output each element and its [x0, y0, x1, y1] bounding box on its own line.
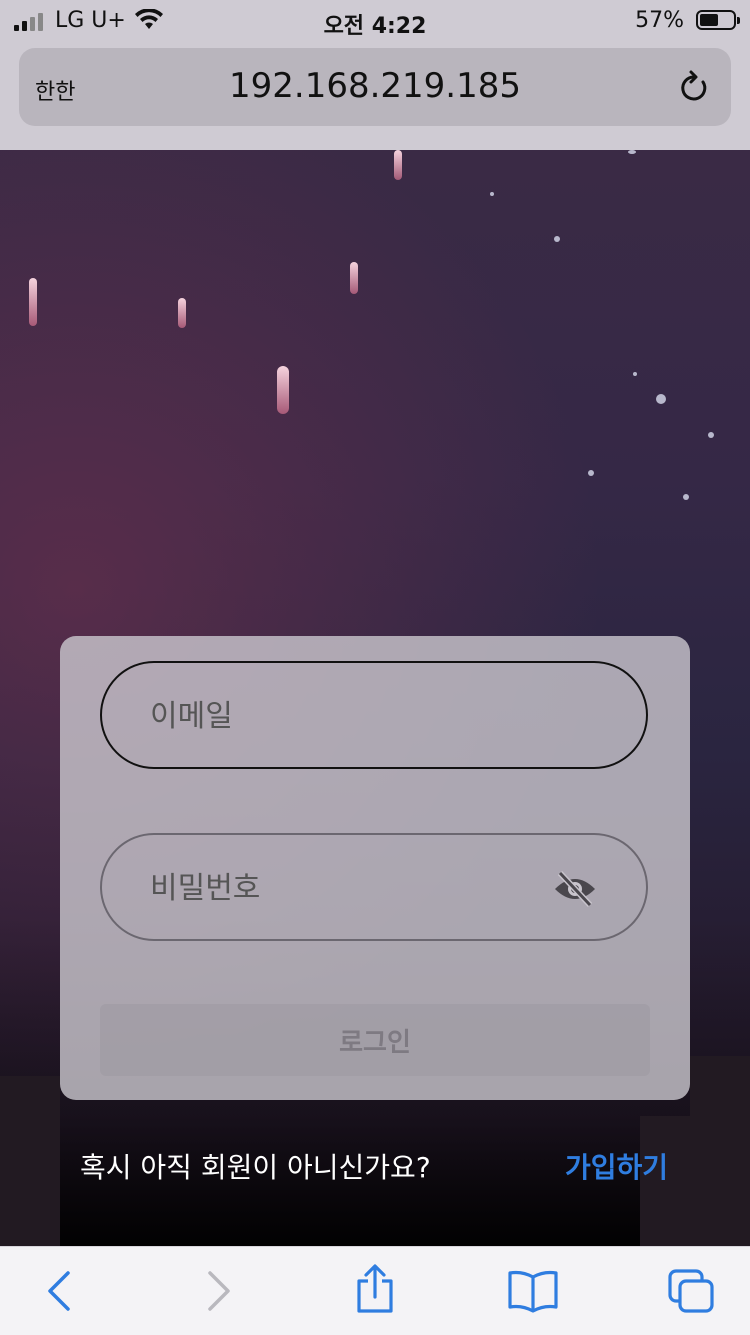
battery-percent: 57%	[635, 8, 684, 33]
login-button[interactable]: 로그인	[100, 1004, 650, 1076]
forward-icon[interactable]	[204, 1269, 234, 1313]
url-text[interactable]: 192.168.219.185	[19, 66, 731, 106]
battery-icon	[696, 10, 740, 30]
password-input[interactable]	[148, 835, 552, 941]
signup-prompt: 혹시 아직 회원이 아니신가요? 가입하기	[0, 1146, 750, 1186]
share-icon[interactable]	[354, 1263, 396, 1315]
browser-chrome: LG U+ 오전 4:22 57% 한한 192.168.219.185	[0, 0, 750, 150]
address-bar[interactable]: 한한 192.168.219.185	[19, 48, 731, 126]
back-icon[interactable]	[44, 1269, 74, 1313]
password-field[interactable]	[100, 833, 648, 941]
eye-slash-icon[interactable]	[552, 869, 598, 909]
email-input[interactable]	[148, 663, 552, 769]
reload-icon[interactable]	[677, 68, 711, 106]
signup-link[interactable]: 가입하기	[565, 1146, 668, 1186]
browser-toolbar	[0, 1246, 750, 1335]
tabs-icon[interactable]	[666, 1267, 716, 1315]
signup-question: 혹시 아직 회원이 아니신가요?	[80, 1151, 431, 1184]
email-field[interactable]	[100, 661, 648, 769]
status-bar: LG U+ 오전 4:22 57%	[0, 0, 750, 42]
bookmarks-icon[interactable]	[506, 1269, 560, 1313]
login-card: 로그인	[60, 636, 690, 1100]
